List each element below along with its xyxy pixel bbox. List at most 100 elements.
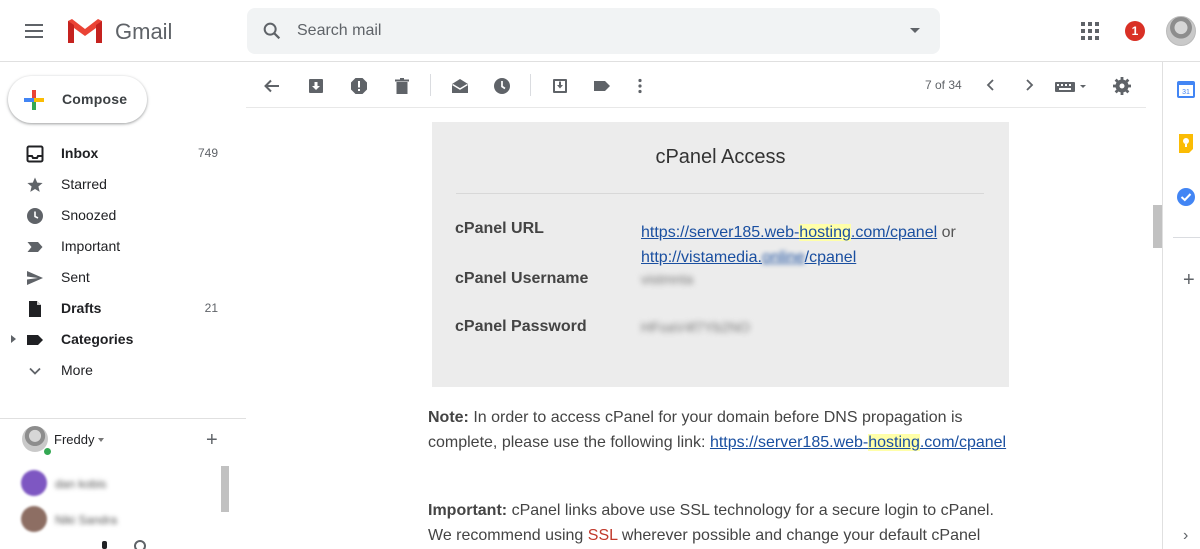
- message-position-count: 7 of 34: [925, 78, 962, 92]
- get-addons-plus-icon[interactable]: +: [1183, 270, 1195, 290]
- archive-icon[interactable]: [306, 76, 326, 96]
- cpanel-url-label: cPanel URL: [455, 220, 544, 237]
- snooze-clock-icon[interactable]: [492, 76, 512, 96]
- side-panel-divider: [1173, 237, 1200, 238]
- sidebar-item-label: Important: [61, 238, 121, 254]
- newer-chevron-left-icon[interactable]: [983, 77, 999, 93]
- new-chat-plus-icon[interactable]: +: [206, 430, 218, 450]
- delete-icon[interactable]: [392, 76, 412, 96]
- contact-item[interactable]: dan kobis: [21, 470, 181, 498]
- cpanel-password-value: HFoaV4f7Yb2NO: [641, 319, 750, 335]
- online-status-icon: [43, 447, 52, 456]
- unread-count: 749: [197, 146, 218, 160]
- sidebar-item-label: Categories: [61, 331, 134, 347]
- sidebar-item-inbox[interactable]: Inbox 749: [0, 138, 246, 169]
- ssl-text: SSL: [587, 527, 618, 544]
- sidebar-item-important[interactable]: Important: [0, 231, 246, 262]
- sidebar-item-starred[interactable]: Starred: [0, 169, 246, 200]
- search-icon[interactable]: [261, 20, 283, 42]
- contact-avatar: [21, 470, 47, 496]
- star-icon: [27, 177, 43, 192]
- side-panel: 31 + ›: [1162, 62, 1200, 549]
- or-text: or: [941, 224, 956, 241]
- hangouts-bottom-bar: [90, 538, 160, 549]
- clock-icon: [27, 208, 43, 224]
- chat-bubble-icon[interactable]: [134, 540, 146, 549]
- app-name[interactable]: Gmail: [115, 19, 172, 45]
- gmail-logo-icon[interactable]: [66, 17, 104, 45]
- main-scrollbar[interactable]: [1153, 205, 1162, 248]
- cpanel-url-value: https://server185.web-hosting.com/cpanel…: [641, 220, 956, 270]
- expand-arrow-icon[interactable]: [11, 335, 16, 343]
- box-title: cPanel Access: [655, 146, 786, 168]
- move-to-icon[interactable]: [550, 76, 570, 96]
- sidebar-scrollbar[interactable]: [221, 466, 229, 512]
- hangouts-menu-caret-icon[interactable]: [98, 438, 104, 442]
- compose-button[interactable]: Compose: [8, 76, 147, 123]
- older-chevron-right-icon[interactable]: [1021, 77, 1037, 93]
- contact-name: dan kobis: [55, 477, 107, 491]
- sidebar-item-label: Inbox: [61, 145, 99, 161]
- sidebar-nav: Inbox 749 Starred Snoozed Important Sent: [0, 138, 246, 386]
- top-header: Gmail 1: [0, 0, 1200, 62]
- person-icon[interactable]: [102, 541, 107, 549]
- input-tools-keyboard-icon[interactable]: [1053, 76, 1089, 96]
- cpanel-username-label: cPanel Username: [455, 270, 589, 287]
- hangouts-user-name[interactable]: Freddy: [54, 432, 94, 447]
- contact-name: Niki Sandra: [55, 513, 118, 527]
- sidebar-item-label: Starred: [61, 176, 107, 192]
- sidebar-divider: [0, 418, 246, 419]
- expand-side-panel-chevron-icon[interactable]: ›: [1183, 527, 1188, 545]
- cpanel-username-value: vistmnta: [641, 271, 694, 287]
- important-paragraph: Important: cPanel links above use SSL te…: [428, 502, 994, 544]
- sidebar-item-drafts[interactable]: Drafts 21: [0, 293, 246, 324]
- toolbar-separator: [430, 74, 431, 96]
- draft-count: 21: [204, 301, 218, 315]
- sidebar-item-categories[interactable]: Categories: [0, 324, 246, 355]
- toolbar-separator: [530, 74, 531, 96]
- cpanel-access-box: cPanel Access cPanel URL https://server1…: [432, 122, 1009, 387]
- chevron-down-icon: [29, 367, 41, 375]
- message-body: cPanel Access cPanel URL https://server1…: [246, 108, 1153, 549]
- calendar-icon[interactable]: 31: [1175, 78, 1197, 100]
- cpanel-url-link-1[interactable]: https://server185.web-hosting.com/cpanel: [641, 224, 937, 241]
- sidebar-item-snoozed[interactable]: Snoozed: [0, 200, 246, 231]
- back-arrow-icon[interactable]: [262, 76, 282, 96]
- label-as-icon[interactable]: [592, 76, 612, 96]
- mark-as-read-icon[interactable]: [450, 76, 470, 96]
- draft-icon: [29, 301, 41, 317]
- important-icon: [27, 242, 43, 252]
- send-icon: [27, 271, 43, 285]
- report-spam-icon[interactable]: [349, 76, 369, 96]
- svg-text:31: 31: [1182, 89, 1190, 96]
- search-options-caret-icon[interactable]: [910, 28, 920, 33]
- contact-item[interactable]: Niki Sandra: [21, 506, 181, 534]
- google-apps-icon[interactable]: [1081, 22, 1099, 40]
- sidebar-item-label: Sent: [61, 269, 90, 285]
- gmail-app: Gmail 1 Compose: [0, 0, 1200, 549]
- contact-avatar: [21, 506, 47, 532]
- inbox-icon: [26, 145, 44, 163]
- sidebar-item-sent[interactable]: Sent: [0, 262, 246, 293]
- account-avatar[interactable]: [1166, 16, 1196, 46]
- more-vertical-icon[interactable]: [630, 76, 650, 96]
- cpanel-url-link-2[interactable]: http://vistamedia.online/cpanel: [641, 249, 856, 266]
- sidebar: Compose Inbox 749 Starred Snoozed Import…: [0, 62, 246, 549]
- search-input[interactable]: [297, 18, 857, 44]
- tasks-icon[interactable]: [1175, 186, 1197, 208]
- sidebar-item-more[interactable]: More: [0, 355, 246, 386]
- sidebar-item-label: More: [61, 362, 93, 378]
- note-paragraph: Note: In order to access cPanel for your…: [428, 409, 1007, 451]
- search-bar[interactable]: [247, 8, 940, 54]
- label-icon: [27, 335, 43, 345]
- note-cpanel-link[interactable]: https://server185.web-hosting.com/cpanel: [710, 434, 1006, 451]
- settings-gear-icon[interactable]: [1112, 76, 1132, 96]
- compose-plus-icon: [24, 90, 44, 110]
- compose-label: Compose: [62, 91, 128, 107]
- notification-badge[interactable]: 1: [1125, 21, 1145, 41]
- message-toolbar: 7 of 34: [246, 62, 1146, 108]
- box-divider: [456, 193, 984, 194]
- cpanel-password-label: cPanel Password: [455, 318, 587, 335]
- keep-icon[interactable]: [1175, 132, 1197, 154]
- main-menu-icon[interactable]: [22, 20, 46, 42]
